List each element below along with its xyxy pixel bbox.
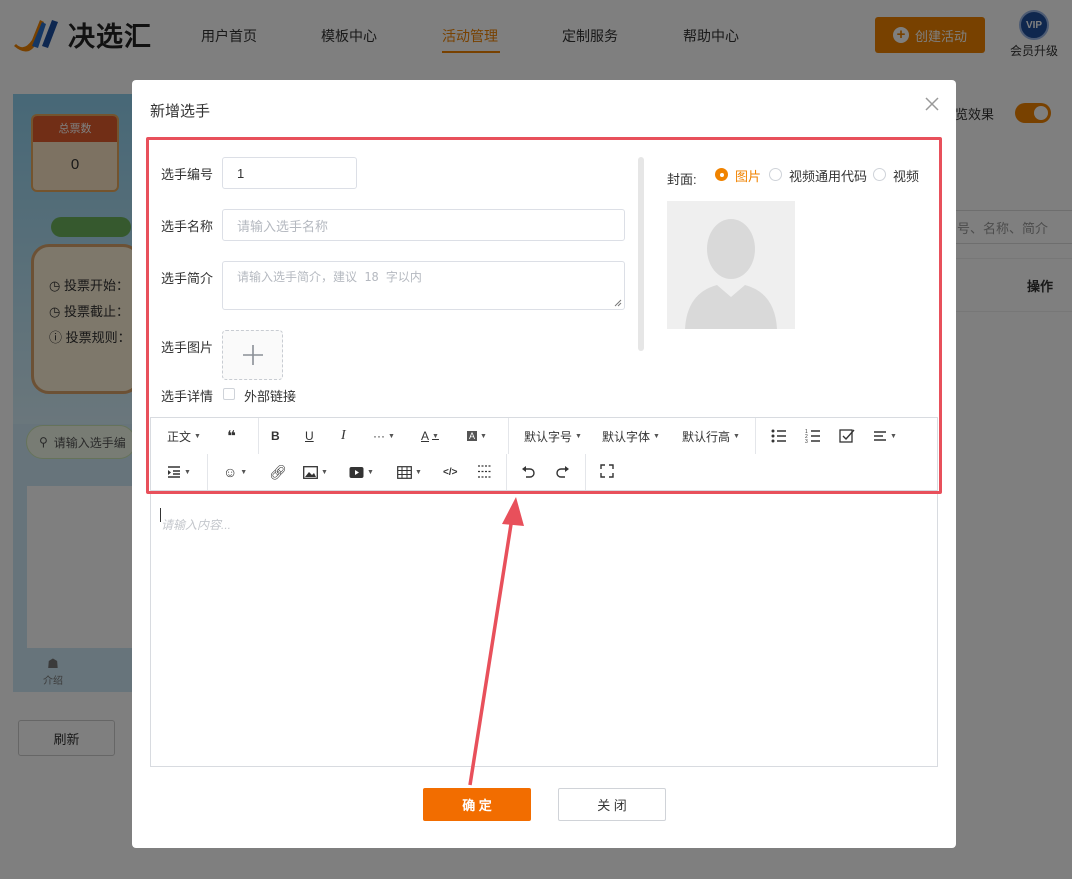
detail-label: 选手详情 [161,389,214,404]
fullscreen-icon[interactable] [600,464,614,478]
avatar-placeholder-icon [685,219,777,329]
cover-option-video[interactable]: 视频 [893,166,919,185]
cover-radio-video[interactable] [873,168,886,181]
close-icon[interactable] [922,94,942,114]
resize-grip-icon[interactable] [614,299,622,307]
more-styles-dropdown[interactable]: ··· ▼ [373,426,395,446]
align-dropdown[interactable]: ▼ [873,426,897,446]
image-icon [303,465,318,479]
table-insert-dropdown[interactable]: ▼ [397,462,422,482]
cover-label: 封面: [667,172,697,187]
dialog-title: 新增选手 [150,103,211,120]
editor-placeholder: 请输入内容... [161,518,232,532]
cover-image-placeholder[interactable] [667,201,795,329]
paragraph-format-dropdown[interactable]: 正文 ▼ [167,426,201,446]
cover-option-image[interactable]: 图片 [735,166,761,185]
intro-label: 选手简介 [161,271,214,286]
align-left-icon [874,431,886,441]
image-upload-button[interactable] [222,330,283,380]
cover-radio-video-code[interactable] [769,168,782,181]
intro-textarea[interactable]: 请输入选手简介，建议 18 字以内 [222,261,625,310]
numbered-list-icon[interactable]: 123 [805,428,821,444]
italic-icon[interactable]: I [341,426,346,446]
form-scrollbar[interactable] [638,157,644,351]
confirm-button[interactable]: 确 定 [423,788,531,821]
editor-toolbar: 正文 ▼ ❝ B U I ··· ▼ A ▼ A ▼ 默认字号 ▼ 默认字体 ▼ 默认行高 ▼… [150,417,938,491]
quote-icon[interactable]: ❝ [227,426,236,446]
cover-option-video-code[interactable]: 视频通用代码 [789,166,867,185]
redo-icon[interactable] [555,464,570,479]
rich-text-editor[interactable] [150,491,938,767]
link-icon[interactable]: 🔗︎ [269,462,287,482]
cover-radio-image[interactable] [715,168,728,181]
divider-icon[interactable] [477,464,492,479]
line-height-dropdown[interactable]: 默认行高 ▼ [682,426,740,446]
indent-dropdown[interactable]: ▼ [167,462,191,482]
font-size-dropdown[interactable]: 默认字号 ▼ [524,426,582,446]
emoji-icon: ☺ [223,464,238,480]
close-button[interactable]: 关 闭 [558,788,666,821]
font-family-dropdown[interactable]: 默认字体 ▼ [602,426,660,446]
image-insert-dropdown[interactable]: ▼ [303,462,328,482]
background-color-icon[interactable]: A ▼ [467,426,487,446]
checklist-icon[interactable] [839,428,855,444]
number-input[interactable]: 1 [222,157,357,189]
indent-icon [168,466,180,478]
intro-placeholder: 请输入选手简介，建议 18 字以内 [237,270,422,284]
image-label: 选手图片 [161,340,214,355]
number-label: 选手编号 [161,167,214,182]
undo-icon[interactable] [521,464,536,479]
code-icon[interactable]: </> [443,462,457,482]
bullet-list-icon[interactable] [771,428,787,444]
table-icon [397,465,412,479]
external-link-checkbox[interactable] [223,388,235,400]
name-input[interactable]: 请输入选手名称 [222,209,625,241]
bold-icon[interactable]: B [271,426,280,446]
video-insert-dropdown[interactable]: ▼ [349,462,374,482]
svg-text:3: 3 [805,439,808,444]
font-color-icon[interactable]: A ▼ [421,426,439,446]
plus-icon [242,345,263,365]
emoji-dropdown[interactable]: ☺ ▼ [223,462,247,482]
name-label: 选手名称 [161,219,214,234]
underline-icon[interactable]: U [305,426,314,446]
video-icon [349,466,364,478]
external-link-label[interactable]: 外部链接 [244,386,296,405]
add-contestant-dialog: 新增选手 选手编号 1 选手名称 请输入选手名称 选手简介 请输入选手简介，建议… [132,80,956,848]
